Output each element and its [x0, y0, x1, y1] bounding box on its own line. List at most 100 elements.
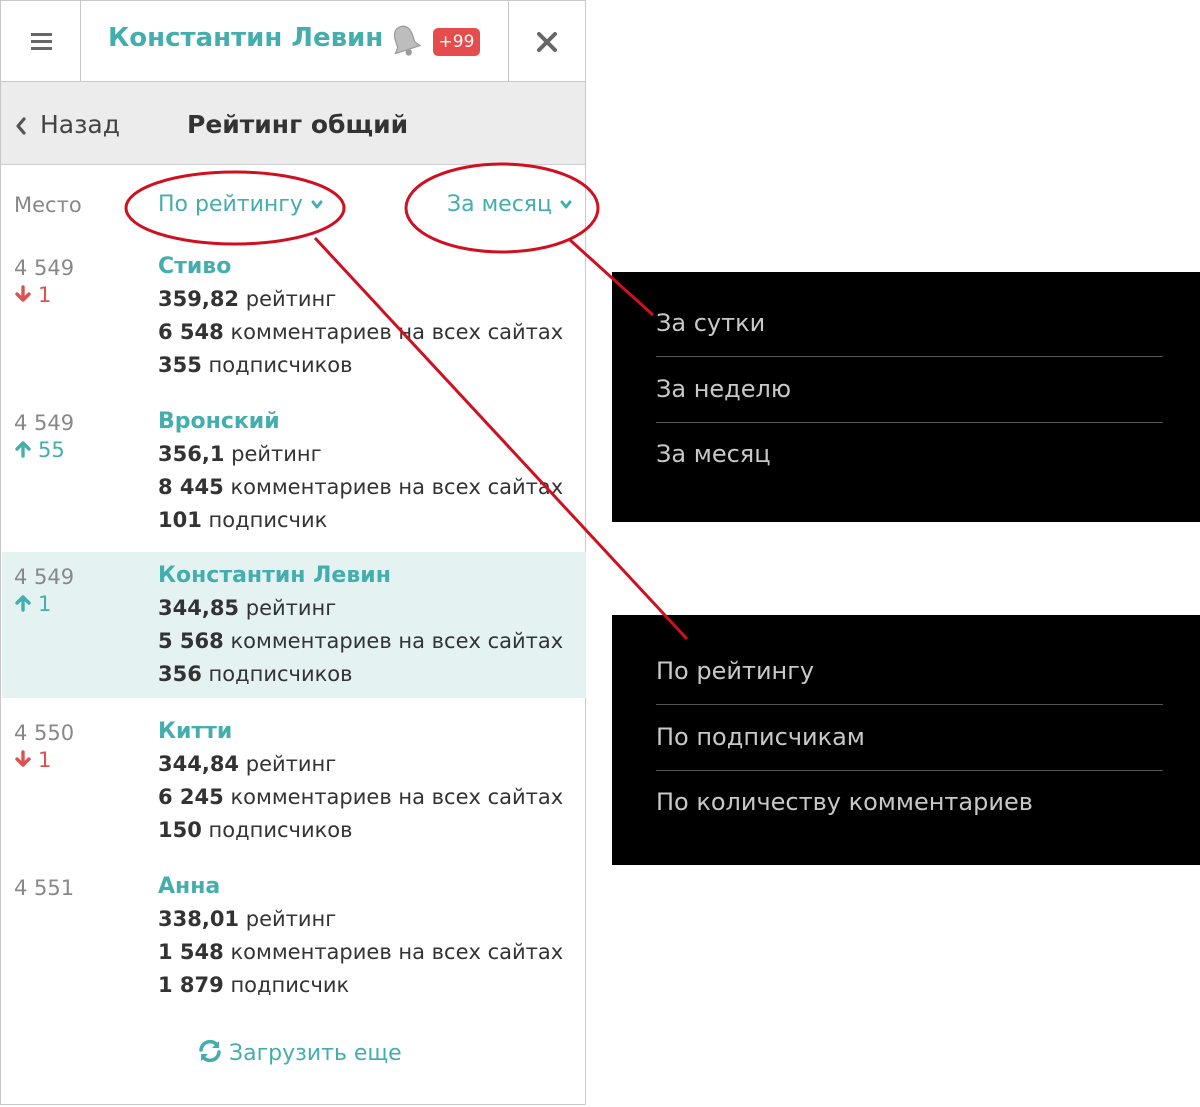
- place-number: 4 551: [14, 876, 75, 900]
- comments-unit: комментариев на всех сайтах: [230, 475, 564, 499]
- rank-change: 1: [14, 748, 51, 772]
- top-bar: Константин Левин +99: [1, 1, 585, 82]
- load-more-button[interactable]: Загрузить еще: [197, 1038, 402, 1066]
- sort-filter[interactable]: По рейтингу: [158, 192, 323, 217]
- comments-value: 1 548: [158, 940, 224, 964]
- menu-button[interactable]: [1, 1, 81, 81]
- period-option-day[interactable]: За сутки: [656, 292, 1163, 357]
- rating-stat: 356,1 рейтинг: [158, 442, 322, 466]
- place-number: 4 549: [14, 565, 75, 589]
- subscribers-stat: 150 подписчиков: [158, 818, 353, 842]
- period-dropdown: За сутки За неделю За месяц: [612, 272, 1200, 522]
- rating-unit: рейтинг: [231, 442, 322, 466]
- period-filter-label: За месяц: [447, 192, 553, 217]
- arrow-up-icon: [15, 441, 31, 458]
- menu-icon: [31, 33, 52, 36]
- rating-unit: рейтинг: [245, 907, 337, 931]
- chevron-down-icon: [311, 200, 323, 209]
- subscribers-stat: 1 879 подписчик: [158, 973, 349, 997]
- sort-filter-label: По рейтингу: [158, 192, 303, 217]
- comments-unit: комментариев на всех сайтах: [230, 785, 564, 809]
- rating-value: 344,85: [158, 596, 240, 620]
- rating-row[interactable]: 4 550 1 Китти 344,84 рейтинг 6 245 комме…: [2, 716, 586, 863]
- rating-stat: 344,85 рейтинг: [158, 596, 336, 620]
- comments-stat: 6 548 комментариев на всех сайтах: [158, 320, 563, 344]
- rating-stat: 338,01 рейтинг: [158, 907, 336, 931]
- subscribers-unit: подписчик: [208, 508, 328, 532]
- sort-dropdown: По рейтингу По подписчикам По количеству…: [612, 615, 1200, 865]
- close-button[interactable]: [508, 1, 585, 81]
- notification-badge[interactable]: +99: [433, 28, 480, 56]
- period-filter[interactable]: За месяц: [447, 192, 572, 217]
- rating-value: 344,84: [158, 752, 240, 776]
- comments-stat: 1 548 комментариев на всех сайтах: [158, 940, 563, 964]
- subscribers-unit: подписчик: [230, 973, 350, 997]
- rating-panel: Константин Левин +99 Назад Рейтинг общий…: [0, 0, 586, 1105]
- chevron-down-icon: [560, 200, 572, 209]
- subscribers-unit: подписчиков: [208, 818, 353, 842]
- comments-unit: комментариев на всех сайтах: [230, 320, 564, 344]
- user-name-link[interactable]: Анна: [158, 874, 220, 899]
- subscribers-value: 1 879: [158, 973, 224, 997]
- sort-option-comments[interactable]: По количеству комментариев: [656, 771, 1163, 836]
- subscribers-stat: 355 подписчиков: [158, 353, 353, 377]
- menu-icon: [31, 40, 52, 43]
- subscribers-unit: подписчиков: [208, 353, 353, 377]
- user-name-link[interactable]: Вронский: [158, 409, 280, 434]
- chevron-left-icon: [16, 117, 26, 135]
- rank-change: 1: [14, 283, 51, 307]
- comments-value: 6 245: [158, 785, 224, 809]
- arrow-down-icon: [15, 750, 31, 767]
- period-option-label: За месяц: [656, 440, 771, 468]
- back-label: Назад: [40, 110, 121, 139]
- rating-row-current-user[interactable]: 4 549 1 Константин Левин 344,85 рейтинг …: [2, 552, 586, 698]
- sort-option-subscribers[interactable]: По подписчикам: [656, 706, 1163, 771]
- sort-option-label: По рейтингу: [656, 657, 815, 685]
- rating-value: 356,1: [158, 442, 225, 466]
- place-column-label: Место: [14, 193, 82, 217]
- comments-value: 5 568: [158, 629, 224, 653]
- rank-change-value: 55: [38, 438, 65, 462]
- subscribers-value: 150: [158, 818, 202, 842]
- rank-change-value: 1: [38, 283, 52, 307]
- close-icon: [537, 32, 557, 52]
- period-option-week[interactable]: За неделю: [656, 358, 1163, 423]
- rating-row[interactable]: 4 551 Анна 338,01 рейтинг 1 548 коммента…: [2, 871, 586, 1018]
- sub-header: Назад Рейтинг общий: [1, 82, 585, 165]
- bell-icon[interactable]: [389, 23, 421, 59]
- rating-value: 359,82: [158, 287, 240, 311]
- comments-value: 6 548: [158, 320, 224, 344]
- period-option-month[interactable]: За месяц: [656, 423, 1163, 488]
- subscribers-value: 355: [158, 353, 202, 377]
- user-name-link[interactable]: Стиво: [158, 254, 231, 279]
- user-name-link[interactable]: Китти: [158, 719, 232, 744]
- rating-row[interactable]: 4 549 1 Стиво 359,82 рейтинг 6 548 комме…: [2, 251, 586, 398]
- comments-stat: 6 245 комментариев на всех сайтах: [158, 785, 563, 809]
- rating-unit: рейтинг: [245, 596, 337, 620]
- comments-stat: 5 568 комментариев на всех сайтах: [158, 629, 563, 653]
- rank-change-value: 1: [38, 748, 52, 772]
- place-number: 4 549: [14, 411, 75, 435]
- subscribers-stat: 356 подписчиков: [158, 662, 353, 686]
- subscribers-value: 356: [158, 662, 202, 686]
- arrow-down-icon: [15, 285, 31, 302]
- sort-option-rating[interactable]: По рейтингу: [656, 640, 1163, 705]
- sort-option-label: По подписчикам: [656, 723, 865, 751]
- place-number: 4 550: [14, 721, 75, 745]
- rating-value: 338,01: [158, 907, 240, 931]
- rank-change-value: 1: [38, 592, 52, 616]
- comments-stat: 8 445 комментариев на всех сайтах: [158, 475, 563, 499]
- place-number: 4 549: [14, 256, 75, 280]
- user-name[interactable]: Константин Левин: [108, 23, 383, 53]
- rank-change: 55: [14, 438, 65, 462]
- subscribers-stat: 101 подписчик: [158, 508, 327, 532]
- sort-option-label: По количеству комментариев: [656, 788, 1033, 816]
- period-option-label: За неделю: [656, 375, 792, 403]
- rating-stat: 344,84 рейтинг: [158, 752, 336, 776]
- rating-stat: 359,82 рейтинг: [158, 287, 336, 311]
- load-more-label: Загрузить еще: [229, 1041, 402, 1066]
- rating-row[interactable]: 4 549 55 Вронский 356,1 рейтинг 8 445 ко…: [2, 406, 586, 553]
- user-name-link[interactable]: Константин Левин: [158, 563, 391, 588]
- menu-icon: [31, 47, 52, 50]
- refresh-icon: [199, 1039, 221, 1063]
